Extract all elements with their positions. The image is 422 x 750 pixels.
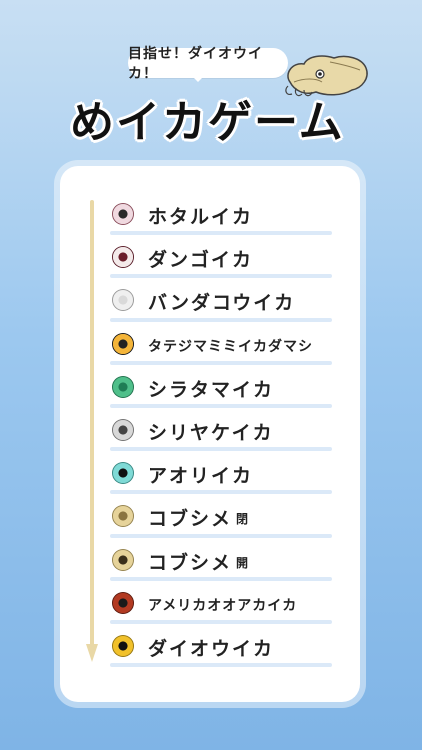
subtitle-bubble: 目指せ！ダイオウイカ！: [128, 46, 288, 82]
row-divider: [110, 231, 332, 236]
list-item-label: ダンゴイカ: [148, 249, 254, 272]
eye-cuttlefish-open-icon: [112, 548, 134, 571]
list-item-label: タテジマミミイカダマシ: [148, 338, 313, 355]
bubble-tail: [190, 74, 206, 82]
list-item-label: コブシメ: [148, 508, 233, 531]
row-divider: [110, 360, 332, 365]
eye-shiratama-squid-icon: [112, 375, 134, 398]
list-item-tag: 開: [236, 555, 249, 570]
eye-bandakou-squid-icon: [112, 289, 134, 312]
list-item: アメリカオオアカイカ: [110, 585, 332, 628]
row-divider: [110, 490, 332, 495]
list-item-label: バンダコウイカ: [148, 292, 296, 315]
list-item: アオリイカ: [110, 455, 332, 498]
eye-shiriyake-squid-icon: [112, 418, 134, 441]
row-divider: [110, 619, 332, 624]
list-item: タテジマミミイカダマシ: [110, 326, 332, 369]
list-item-label: アオリイカ: [148, 465, 254, 488]
eye-firefly-squid-icon: [112, 203, 134, 225]
list-item: ホタルイカ: [110, 196, 332, 239]
list-item: ダイオウイカ: [110, 628, 332, 671]
eye-striped-pygmy-squid-icon: [112, 332, 134, 355]
list-item: シラタマイカ: [110, 369, 332, 412]
row-divider: [110, 403, 332, 408]
squid-list: ホタルイカダンゴイカバンダコウイカタテジマミミイカダマシシラタマイカ シリヤケイカ…: [110, 196, 332, 671]
eye-cuttlefish-closed-icon: [112, 505, 134, 528]
list-item-label: コブシメ: [148, 551, 233, 574]
eye-giant-squid-icon: [112, 634, 134, 657]
list-item: シリヤケイカ: [110, 412, 332, 455]
row-divider: [110, 576, 332, 581]
list-item: コブシメ閉: [110, 498, 332, 541]
row-divider: [110, 663, 332, 668]
list-item-label: ホタルイカ: [148, 206, 254, 228]
header: 目指せ！ダイオウイカ！ めイカゲーム: [0, 0, 422, 160]
list-item-label: ダイオウイカ: [148, 637, 275, 660]
eye-humboldt-squid-icon: [112, 591, 134, 614]
eye-bigfin-reef-squid-icon: [112, 462, 134, 485]
list-item-label: シリヤケイカ: [148, 421, 274, 444]
down-arrow-icon: [86, 200, 98, 662]
row-divider: [110, 533, 332, 538]
list-item-label: シラタマイカ: [148, 378, 275, 401]
subtitle-text: 目指せ！ダイオウイカ！: [128, 46, 263, 82]
list-item: ダンゴイカ: [110, 239, 332, 282]
list-item: コブシメ開: [110, 542, 332, 585]
eye-bobtail-squid-icon: [112, 246, 134, 269]
row-divider: [110, 447, 332, 452]
app-title: めイカゲーム: [70, 97, 345, 148]
list-item-tag: 閉: [236, 512, 249, 527]
list-item: バンダコウイカ: [110, 282, 332, 325]
row-divider: [110, 317, 332, 322]
row-divider: [110, 274, 332, 279]
list-item-label: アメリカオオアカイカ: [148, 597, 298, 614]
